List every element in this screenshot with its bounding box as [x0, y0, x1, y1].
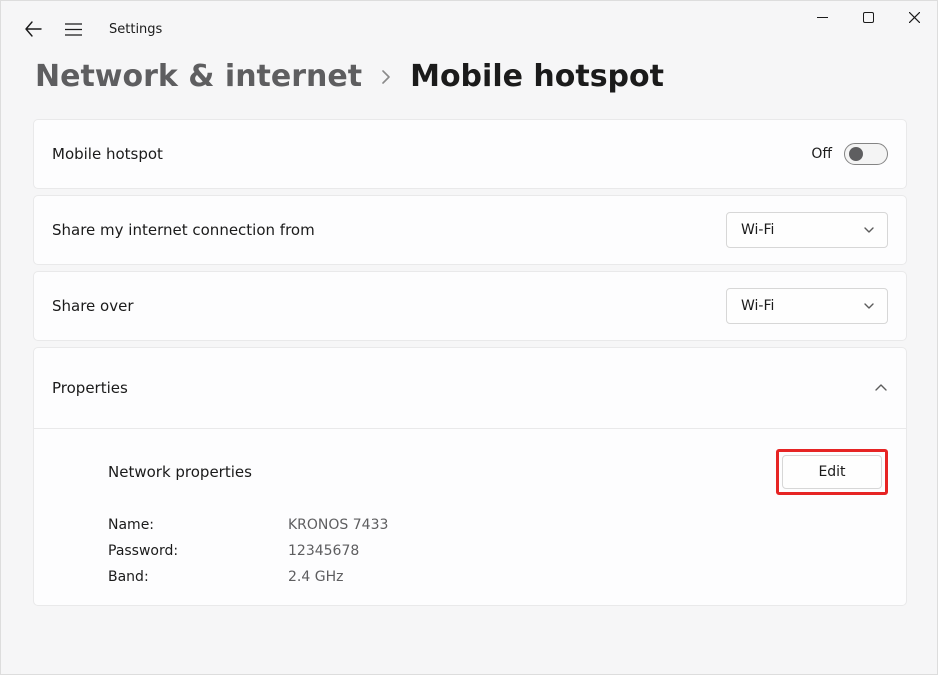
property-password-row: Password: 12345678	[108, 543, 888, 559]
property-name-value: KRONOS 7433	[288, 517, 388, 533]
share-from-card: Share my internet connection from Wi-Fi	[33, 195, 907, 265]
property-band-row: Band: 2.4 GHz	[108, 569, 888, 585]
hotspot-toggle-card: Mobile hotspot Off	[33, 119, 907, 189]
toggle-group: Off	[811, 143, 888, 165]
share-over-value: Wi-Fi	[741, 298, 774, 314]
property-name-row: Name: KRONOS 7433	[108, 517, 888, 533]
properties-header-label: Properties	[52, 379, 128, 397]
property-password-value: 12345678	[288, 543, 359, 559]
edit-button-highlight: Edit	[776, 449, 888, 495]
hamburger-icon	[65, 21, 82, 38]
minimize-icon	[817, 12, 828, 23]
chevron-right-icon	[380, 68, 392, 89]
properties-expander-header[interactable]: Properties	[33, 347, 907, 429]
edit-button[interactable]: Edit	[782, 455, 882, 489]
share-from-dropdown[interactable]: Wi-Fi	[726, 212, 888, 248]
properties-body: Network properties Edit Name: KRONOS 743…	[33, 429, 907, 606]
arrow-left-icon	[24, 20, 42, 38]
share-over-label: Share over	[52, 297, 134, 315]
maximize-icon	[863, 12, 874, 23]
breadcrumb-current: Mobile hotspot	[410, 59, 664, 94]
maximize-button[interactable]	[845, 1, 891, 33]
content-scroll-area[interactable]: Mobile hotspot Off Share my internet con…	[33, 119, 911, 674]
share-over-dropdown[interactable]: Wi-Fi	[726, 288, 888, 324]
hotspot-toggle[interactable]	[844, 143, 888, 165]
hamburger-button[interactable]	[63, 19, 83, 39]
chevron-down-icon	[863, 300, 875, 312]
network-properties-row: Network properties Edit	[108, 449, 888, 495]
hotspot-toggle-label: Mobile hotspot	[52, 145, 163, 163]
property-band-label: Band:	[108, 569, 258, 585]
property-band-value: 2.4 GHz	[288, 569, 343, 585]
window-controls	[799, 1, 937, 33]
minimize-button[interactable]	[799, 1, 845, 33]
top-nav: Settings	[1, 1, 937, 49]
chevron-up-icon	[874, 381, 888, 395]
edit-button-label: Edit	[818, 464, 845, 480]
network-properties-label: Network properties	[108, 463, 252, 481]
back-button[interactable]	[23, 19, 43, 39]
breadcrumb: Network & internet Mobile hotspot	[1, 49, 937, 104]
toggle-knob	[849, 147, 863, 161]
property-password-label: Password:	[108, 543, 258, 559]
share-from-value: Wi-Fi	[741, 222, 774, 238]
close-button[interactable]	[891, 1, 937, 33]
breadcrumb-parent[interactable]: Network & internet	[35, 59, 362, 94]
share-from-label: Share my internet connection from	[52, 221, 315, 239]
app-title: Settings	[109, 22, 162, 37]
toggle-state-text: Off	[811, 146, 832, 162]
property-name-label: Name:	[108, 517, 258, 533]
chevron-down-icon	[863, 224, 875, 236]
share-over-card: Share over Wi-Fi	[33, 271, 907, 341]
close-icon	[909, 12, 920, 23]
